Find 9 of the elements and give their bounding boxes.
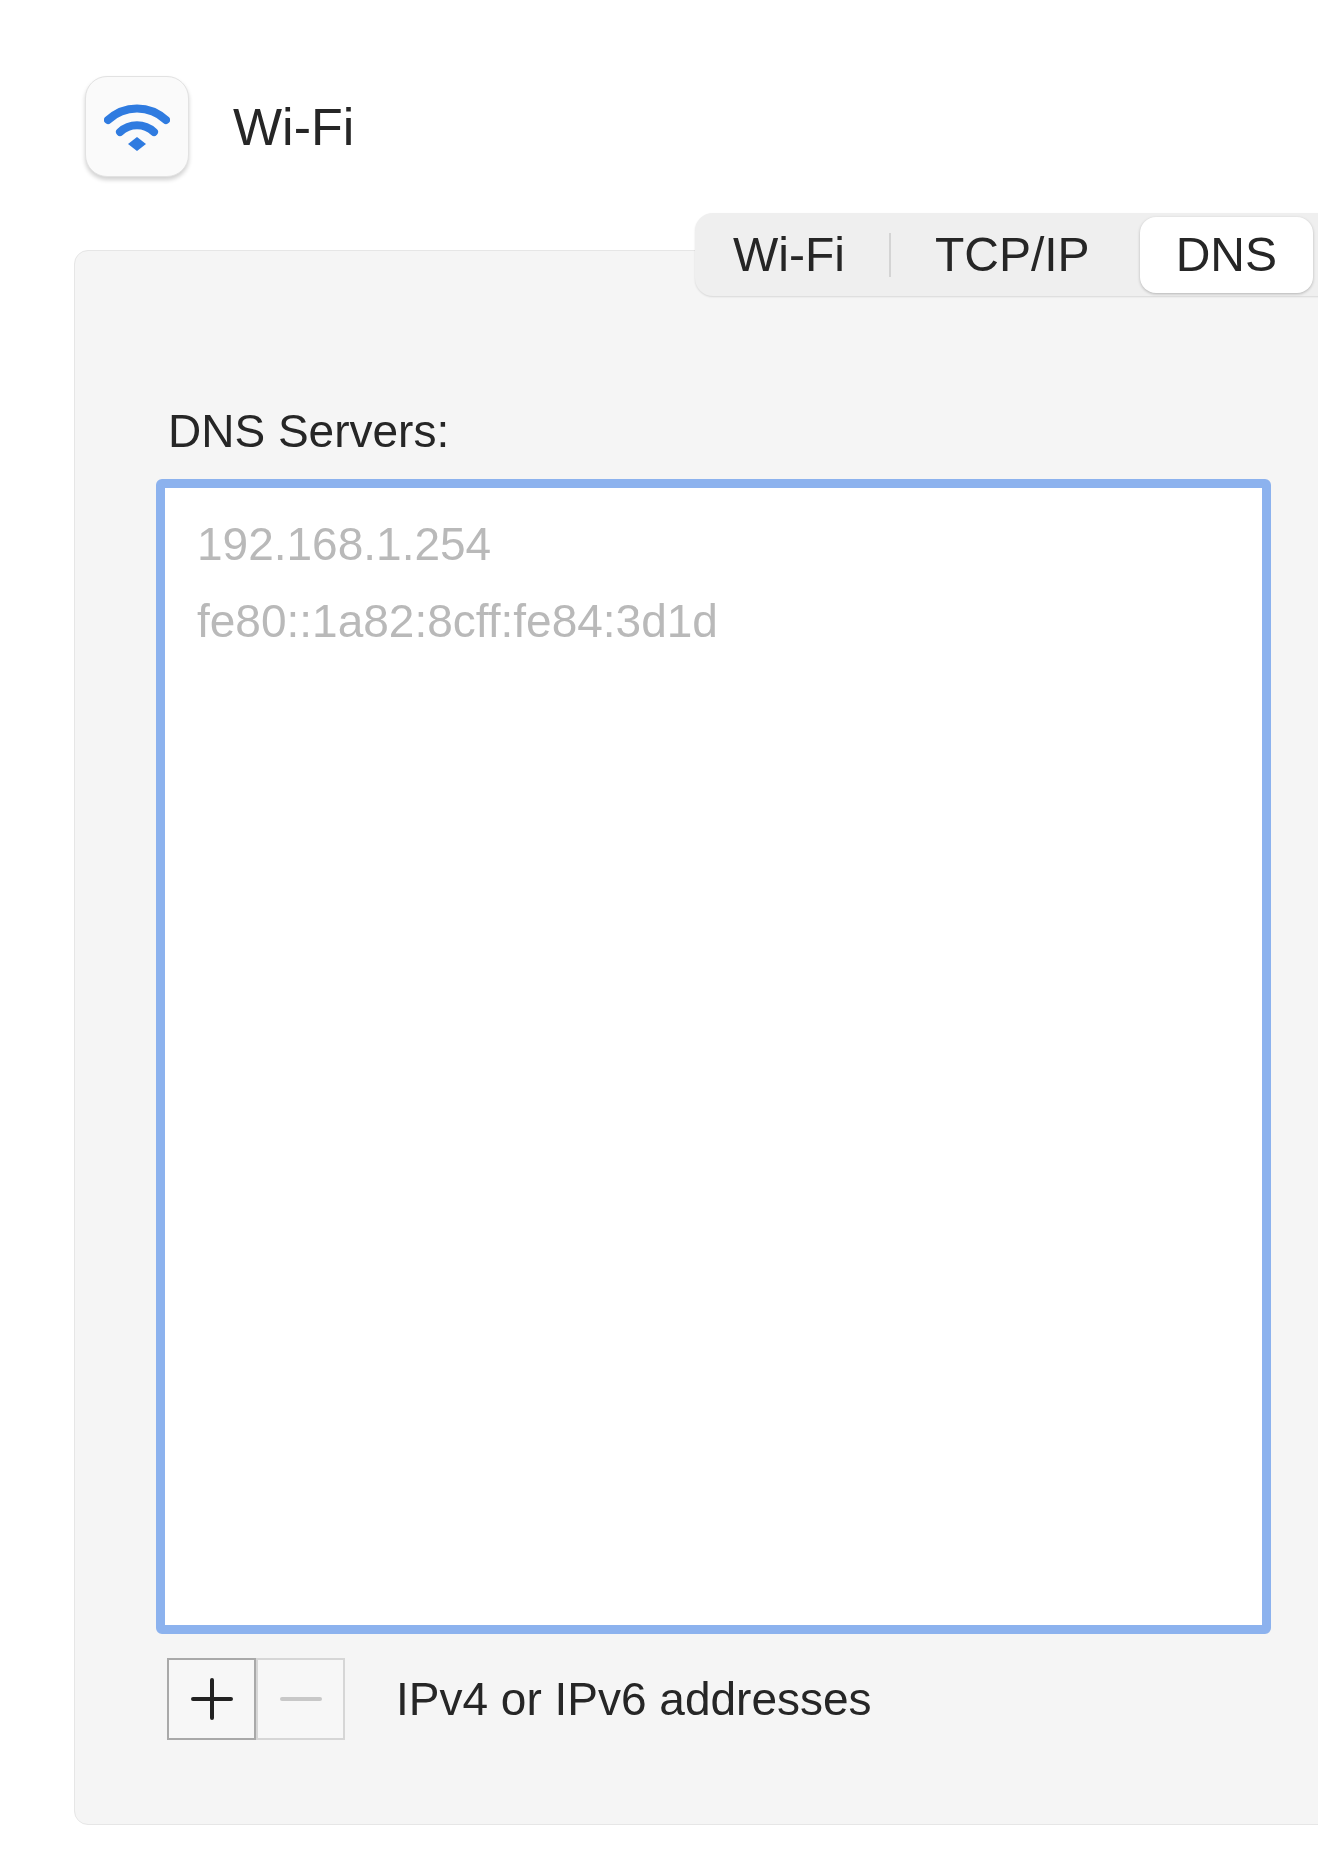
hint-text: IPv4 or IPv6 addresses [396, 1676, 872, 1722]
tab[interactable]: Wi-Fi [733, 216, 845, 293]
minus-icon [278, 1696, 323, 1702]
plus-icon [189, 1677, 234, 1721]
window-title: Wi-Fi [233, 96, 355, 158]
tab[interactable]: DNS [1139, 216, 1313, 293]
tab[interactable]: TCP/IP [934, 216, 1090, 293]
add-button[interactable] [167, 1658, 256, 1740]
field-label: DNS Servers: [168, 408, 451, 454]
